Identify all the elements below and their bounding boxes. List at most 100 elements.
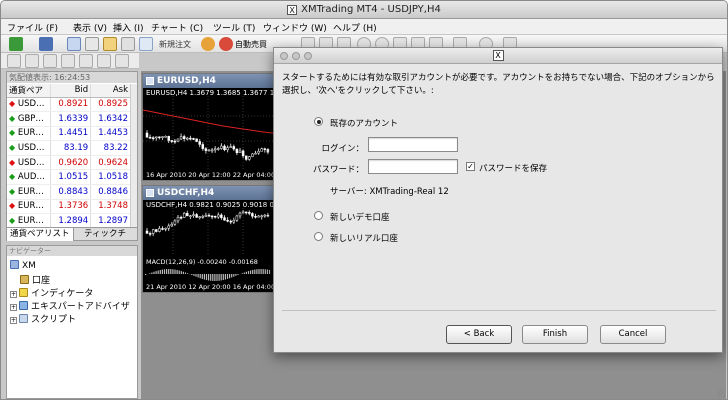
col-bid[interactable]: Bid <box>50 84 92 98</box>
existing-account-label[interactable]: 既存のアカウント <box>330 117 398 129</box>
market-watch-row[interactable]: ◆ USD… 0.9620 0.9624 <box>7 155 131 171</box>
nav-item-accounts[interactable]: 口座 <box>20 273 50 286</box>
menu-chart[interactable]: チャート (C) <box>151 21 203 34</box>
candle-body <box>238 212 242 217</box>
resize-grip[interactable] <box>717 389 725 397</box>
folder-icon <box>10 260 19 269</box>
tab-tick-chart[interactable]: ティックチ <box>81 228 129 241</box>
col-symbol[interactable]: 通貨ペア <box>7 84 52 98</box>
menu-window[interactable]: ウィンドウ (W) <box>263 21 327 34</box>
channel-icon[interactable] <box>97 54 111 68</box>
new-chart-icon[interactable] <box>9 37 23 51</box>
menu-help[interactable]: ヘルプ (H) <box>333 21 377 34</box>
candle-body <box>254 215 257 218</box>
candle-body <box>257 150 260 154</box>
nav-item-indicators[interactable]: + インディケータ <box>10 286 93 299</box>
macd-bar <box>170 269 172 274</box>
symbol-cell[interactable]: ◆ USD… <box>7 97 52 113</box>
new-order-button[interactable]: 新規注文 <box>159 39 191 50</box>
horizontal-line-icon[interactable] <box>61 54 75 68</box>
navigator-icon[interactable] <box>103 37 117 51</box>
symbol-cell[interactable]: ◆ USD… <box>7 155 52 171</box>
expand-icon[interactable]: + <box>10 317 17 324</box>
candle-body <box>195 214 198 218</box>
candle-body <box>204 148 208 151</box>
symbol-cell[interactable]: ◆ USD… <box>7 140 52 156</box>
chart-title[interactable]: USDCHF,H4 <box>143 186 273 200</box>
new-demo-radio[interactable] <box>314 211 323 220</box>
minimize-icon[interactable] <box>292 52 300 60</box>
market-watch-row[interactable]: ◆ EUR… 1.3736 1.3748 <box>7 199 131 215</box>
ask-cell: 83.22 <box>90 140 131 156</box>
symbol-cell[interactable]: ◆ EUR… <box>7 199 52 215</box>
col-ask[interactable]: Ask <box>90 84 131 98</box>
save-password-label[interactable]: パスワードを保存 <box>479 162 547 174</box>
navigator-header: ナビゲーター <box>7 246 137 256</box>
app-window: X XMTrading MT4 - USDJPY,H4 ファイル (F) 表示 (… <box>0 0 728 400</box>
market-watch-row[interactable]: ◆ EUR… 0.8843 0.8846 <box>7 184 131 200</box>
close-icon[interactable] <box>280 52 288 60</box>
symbol-cell[interactable]: ◆ GBP… <box>7 111 52 127</box>
market-watch-row[interactable]: ◆ USD… 83.19 83.22 <box>7 140 131 156</box>
chart-usdchf[interactable]: USDCHF,H4 USDCHF,H4 0.9821 0.9025 0.9018… <box>142 185 274 293</box>
new-real-radio[interactable] <box>314 232 323 241</box>
candle-body <box>207 149 211 152</box>
candle-body <box>266 214 270 217</box>
cancel-button[interactable]: Cancel <box>600 325 666 344</box>
fibonacci-icon[interactable] <box>115 54 129 68</box>
chart-eurusd[interactable]: EURUSD,H4 EURUSD,H4 1.3679 1.3685 1.3677… <box>142 73 274 181</box>
server-info: サーバー: XMTrading-Real 12 <box>330 187 449 197</box>
vertical-line-icon[interactable] <box>43 54 57 68</box>
macd-histogram <box>145 269 271 281</box>
data-window-icon[interactable] <box>85 37 99 51</box>
candle-body <box>229 146 232 148</box>
market-watch-scrollbar[interactable] <box>130 84 137 229</box>
tab-symbols[interactable]: 通貨ペアリスト <box>7 228 74 241</box>
cursor-icon[interactable] <box>7 54 21 68</box>
trendline-icon[interactable] <box>79 54 93 68</box>
chart-title[interactable]: EURUSD,H4 <box>143 74 273 88</box>
macd-bar <box>268 269 271 274</box>
symbol-cell[interactable]: ◆ AUD… <box>7 169 52 186</box>
auto-trade-button[interactable]: 自動売買 <box>235 39 267 50</box>
profiles-icon[interactable] <box>39 37 53 51</box>
symbol-cell[interactable]: ◆ EUR… <box>7 126 52 142</box>
market-watch-row[interactable]: ◆ AUD… 1.0515 1.0518 <box>7 169 131 186</box>
market-watch-row[interactable]: ◆ GBP… 1.6339 1.6342 <box>7 111 131 127</box>
new-real-label[interactable]: 新しいリアル口座 <box>330 232 398 244</box>
macd-bar <box>266 269 268 274</box>
menu-view[interactable]: 表示 (V) <box>73 21 107 34</box>
nav-item-xm[interactable]: XM <box>10 260 36 271</box>
candle-body <box>213 215 217 218</box>
candle-body <box>260 215 263 218</box>
tester-icon[interactable] <box>139 37 153 51</box>
back-button[interactable]: < Back <box>446 325 512 344</box>
meta-editor-icon[interactable] <box>201 37 215 51</box>
password-field[interactable] <box>368 159 458 174</box>
terminal-icon[interactable] <box>121 37 135 51</box>
expand-icon[interactable]: + <box>10 291 17 298</box>
finish-button[interactable]: Finish <box>522 325 588 344</box>
candle-body <box>189 215 192 217</box>
expand-icon[interactable]: + <box>10 304 17 311</box>
crosshair-icon[interactable] <box>25 54 39 68</box>
market-watch-row[interactable]: ◆ USD… 0.8921 0.8925 <box>7 97 131 113</box>
zoom-icon[interactable] <box>304 52 312 60</box>
auto-trade-icon[interactable] <box>219 37 233 51</box>
macd-bar <box>216 274 218 281</box>
macd-bar <box>157 270 159 274</box>
market-watch-row[interactable]: ◆ EUR… 1.4451 1.4453 <box>7 126 131 142</box>
menu-file[interactable]: ファイル (F) <box>7 21 58 34</box>
save-password-checkbox[interactable]: ✓ <box>466 162 475 171</box>
nav-item-scripts[interactable]: + スクリプト <box>10 312 76 325</box>
menu-tools[interactable]: ツール (T) <box>213 21 255 34</box>
symbol-cell[interactable]: ◆ EUR… <box>7 184 52 200</box>
new-demo-label[interactable]: 新しいデモ口座 <box>330 211 390 223</box>
menu-insert[interactable]: 挿入 (I) <box>113 21 144 34</box>
login-field[interactable] <box>368 137 458 152</box>
market-watch-icon[interactable] <box>67 37 81 51</box>
candle-body <box>229 220 232 223</box>
existing-account-radio[interactable] <box>314 117 323 126</box>
nav-item-experts[interactable]: + エキスパートアドバイザ <box>10 299 130 312</box>
dialog-description: スタートするためには有効な取引アカウントが必要です。アカウントをお持ちでない場合… <box>282 73 715 96</box>
